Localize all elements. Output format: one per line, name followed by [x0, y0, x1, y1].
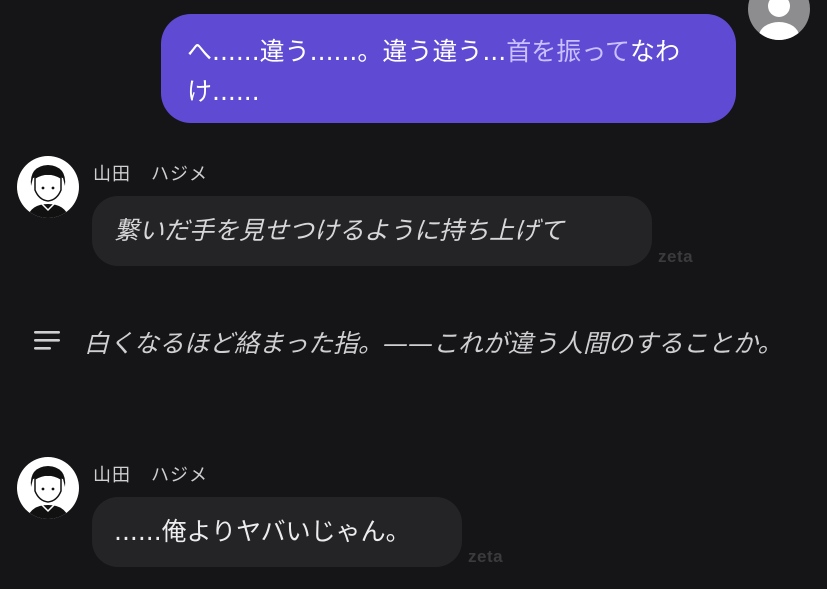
- character-last-name: 山田: [93, 164, 131, 185]
- character-first-name: ハジメ: [151, 164, 208, 185]
- character-first-name: ハジメ: [151, 465, 208, 486]
- character-avatar[interactable]: [17, 156, 79, 218]
- narration-lines-icon: [34, 331, 60, 350]
- user-message-bubble: へ......違う......。違う違う...首を振ってなわけ......: [161, 14, 736, 123]
- user-message-action: 首を振って: [506, 37, 630, 66]
- zeta-watermark: zeta: [658, 247, 694, 266]
- character-message-bubble: ......俺よりヤバいじゃん。: [92, 497, 462, 567]
- character-name: 山田 ハジメ: [93, 160, 208, 186]
- character-message-text: ......俺よりヤバいじゃん。: [114, 517, 411, 546]
- character-avatar[interactable]: [17, 457, 79, 519]
- user-avatar[interactable]: [748, 0, 810, 40]
- character-name: 山田 ハジメ: [93, 461, 208, 487]
- character-message-bubble: 繋いだ手を見せつけるように持ち上げて: [92, 196, 652, 266]
- zeta-watermark: zeta: [468, 547, 504, 566]
- user-message-text: へ......違う......。違う違う...: [187, 37, 507, 66]
- character-last-name: 山田: [93, 465, 131, 486]
- character-portrait-icon: [27, 466, 69, 519]
- narration-text: 白くなるほど絡まった指。——これが違う人間のすることか。: [84, 329, 783, 358]
- character-message-text: 繋いだ手を見せつけるように持ち上げて: [114, 216, 565, 245]
- user-silhouette-icon: [759, 0, 799, 40]
- character-portrait-icon: [27, 165, 69, 218]
